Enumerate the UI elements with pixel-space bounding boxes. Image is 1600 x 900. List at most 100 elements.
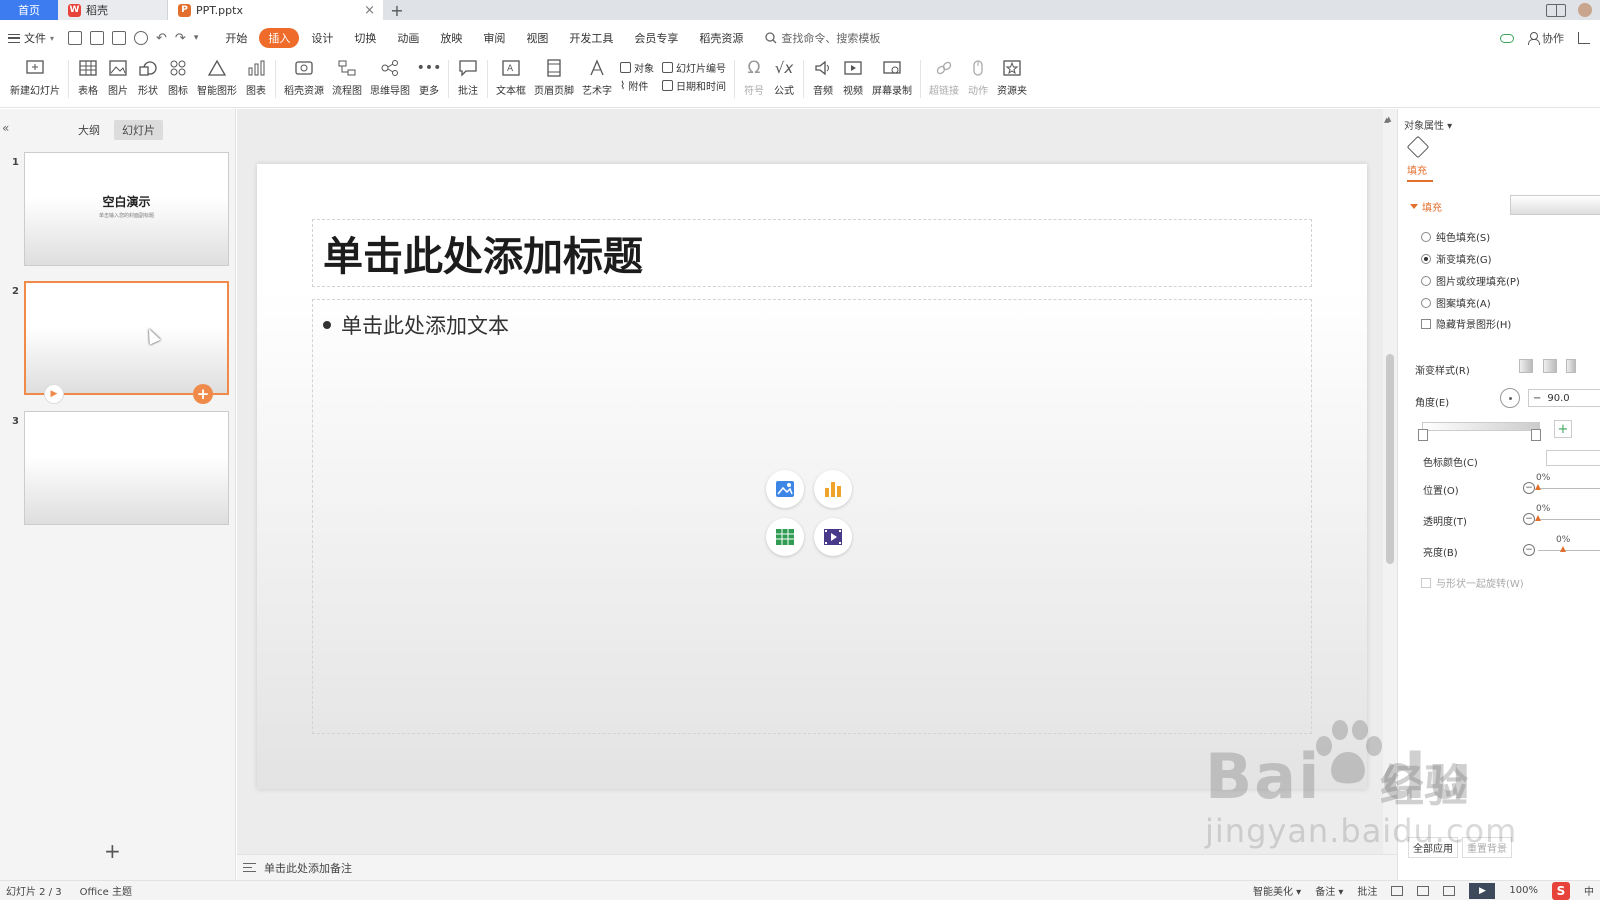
slide-thumbnail-1[interactable]: 空白演示 单击输入您的封面副标题 — [24, 152, 229, 266]
option-solid-fill[interactable]: 纯色填充(S) — [1421, 229, 1490, 244]
chart-button[interactable]: 图表 — [241, 56, 271, 104]
save-icon[interactable] — [68, 31, 83, 45]
new-tab-button[interactable]: + — [383, 0, 411, 20]
docer-resources-button[interactable]: 稻壳资源 — [280, 56, 328, 104]
panel-header[interactable]: 对象属性 ▾ — [1404, 117, 1452, 132]
normal-view-icon[interactable] — [1391, 885, 1404, 896]
share-icon[interactable] — [1578, 32, 1590, 44]
stop-color-picker[interactable] — [1546, 450, 1600, 466]
tab-design[interactable]: 设计 — [302, 28, 342, 48]
slide-editor[interactable]: 单击此处添加标题 单击此处添加文本 — [257, 164, 1367, 789]
option-rotate-with-shape[interactable]: 与形状一起旋转(W) — [1421, 575, 1524, 590]
table-button[interactable]: 表格 — [73, 56, 103, 104]
tab-slideshow[interactable]: 放映 — [431, 28, 471, 48]
tab-member[interactable]: 会员专享 — [625, 28, 687, 48]
insert-video-button[interactable] — [814, 518, 852, 556]
slide-thumbnail-3[interactable] — [24, 411, 229, 525]
apply-all-button[interactable]: 全部应用 — [1408, 837, 1458, 858]
body-placeholder[interactable]: 单击此处添加文本 — [312, 299, 1312, 734]
flowchart-button[interactable]: 流程图 — [328, 56, 366, 104]
radio-picture[interactable] — [1421, 275, 1431, 286]
tab-file-ppt[interactable]: P PPT.pptx × — [168, 0, 383, 20]
header-footer-button[interactable]: 页眉页脚 — [530, 56, 578, 104]
action-button[interactable]: 动作 — [963, 56, 993, 104]
tab-view[interactable]: 视图 — [517, 28, 557, 48]
scroll-up-icon[interactable]: ▲ — [1384, 116, 1389, 124]
tab-review[interactable]: 审阅 — [474, 28, 514, 48]
zoom-level[interactable]: 100% — [1509, 885, 1538, 896]
add-slide-after-button[interactable]: + — [193, 384, 213, 404]
tab-transition[interactable]: 切换 — [345, 28, 385, 48]
tab-docer[interactable]: W 稻壳 — [58, 0, 168, 20]
shape-button[interactable]: 形状 — [133, 56, 163, 104]
tab-outline[interactable]: 大纲 — [70, 120, 108, 140]
insert-chart-button[interactable] — [814, 470, 852, 508]
tab-insert[interactable]: 插入 — [259, 28, 300, 48]
fill-preview-swatch[interactable] — [1510, 195, 1600, 215]
cloud-sync-icon[interactable] — [1500, 33, 1514, 43]
slider-knob[interactable] — [1535, 484, 1541, 490]
close-tab-icon[interactable]: × — [364, 3, 375, 18]
tab-docer-resources[interactable]: 稻壳资源 — [690, 28, 752, 48]
tab-animation[interactable]: 动画 — [388, 28, 428, 48]
slide-sorter-icon[interactable] — [1417, 885, 1430, 896]
checkbox-hide-bg[interactable] — [1421, 318, 1431, 329]
hyperlink-button[interactable]: 超链接 — [925, 56, 963, 104]
transparency-decrease-icon[interactable]: − — [1523, 513, 1535, 525]
gradient-style-radial[interactable] — [1543, 359, 1557, 373]
angle-decrement[interactable]: − — [1533, 393, 1541, 404]
resource-folder-button[interactable]: 资源夹 — [993, 56, 1031, 104]
export-icon[interactable] — [90, 31, 105, 45]
checkbox-rotate[interactable] — [1421, 577, 1431, 588]
radio-pattern[interactable] — [1421, 297, 1431, 308]
print-icon[interactable] — [112, 31, 127, 45]
collapse-panel-icon[interactable]: « — [2, 121, 9, 135]
audio-button[interactable]: 音频 — [808, 56, 838, 104]
tab-start[interactable]: 开始 — [216, 28, 256, 48]
gradient-stop-end[interactable] — [1531, 429, 1541, 441]
slider-knob[interactable] — [1535, 515, 1541, 521]
angle-dial[interactable] — [1500, 388, 1520, 408]
comment-button[interactable]: 批注 — [453, 56, 483, 104]
tab-developer[interactable]: 开发工具 — [560, 28, 622, 48]
gradient-style-rect[interactable] — [1566, 359, 1576, 373]
scrollbar-thumb[interactable] — [1386, 354, 1394, 564]
play-slide-icon[interactable]: ▶ — [44, 384, 64, 404]
avatar[interactable] — [1578, 3, 1592, 17]
brightness-decrease-icon[interactable]: − — [1523, 544, 1535, 556]
new-slide-button[interactable]: 新建幻灯片 — [6, 56, 64, 104]
theme-name[interactable]: Office 主题 — [80, 883, 132, 898]
beautify-button[interactable]: 智能美化 ▾ — [1253, 883, 1301, 898]
screen-record-button[interactable]: 屏幕录制 — [868, 56, 916, 104]
symbol-button[interactable]: Ω 符号 — [739, 56, 769, 104]
icon-button[interactable]: 图标 — [163, 56, 193, 104]
transparency-slider[interactable] — [1535, 515, 1600, 521]
insert-picture-button[interactable] — [766, 470, 804, 508]
object-button[interactable]: 对象 — [620, 60, 654, 75]
comments-toggle-button[interactable]: 批注 — [1357, 883, 1377, 898]
tab-fill[interactable]: 填充 — [1407, 162, 1433, 182]
video-button[interactable]: 视频 — [838, 56, 868, 104]
insert-table-button[interactable] — [766, 518, 804, 556]
file-menu[interactable]: 文件 ▾ — [8, 30, 54, 46]
add-gradient-stop-icon[interactable]: + — [1554, 420, 1572, 438]
picture-button[interactable]: 图片 — [103, 56, 133, 104]
layout-toggle-icon[interactable] — [1546, 3, 1566, 17]
attachment-button[interactable]: ⌇ 附件 — [620, 78, 654, 93]
slider-knob[interactable] — [1560, 546, 1566, 552]
brightness-slider[interactable] — [1538, 546, 1600, 552]
command-search[interactable]: 查找命令、搜索模板 — [765, 30, 880, 46]
collab-button[interactable]: 协作 — [1528, 30, 1564, 46]
notes-toggle-button[interactable]: 备注 ▾ — [1315, 883, 1343, 898]
gradient-stop-start[interactable] — [1418, 429, 1428, 441]
print-preview-icon[interactable] — [134, 31, 149, 45]
redo-icon[interactable]: ↷ — [175, 31, 186, 46]
option-picture-fill[interactable]: 图片或纹理填充(P) — [1421, 273, 1520, 288]
title-placeholder[interactable]: 单击此处添加标题 — [312, 219, 1312, 287]
sogou-ime-icon[interactable]: S — [1552, 881, 1570, 900]
radio-gradient[interactable] — [1421, 253, 1431, 264]
gradient-style-linear[interactable] — [1519, 359, 1533, 373]
slide-number-button[interactable]: 幻灯片编号 — [662, 60, 726, 75]
textbox-button[interactable]: A 文本框 — [492, 56, 530, 104]
tab-slides[interactable]: 幻灯片 — [114, 120, 163, 140]
